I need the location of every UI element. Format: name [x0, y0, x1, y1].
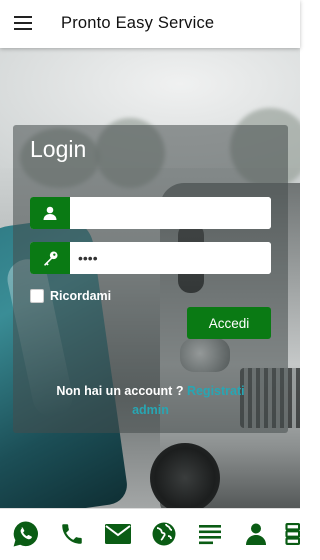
- user-icon: [30, 197, 70, 229]
- list-icon[interactable]: [193, 517, 227, 551]
- remember-me-label: Ricordami: [50, 289, 112, 303]
- username-field-group: [30, 197, 271, 229]
- checkbox-box[interactable]: [30, 289, 44, 303]
- key-icon: [30, 242, 70, 274]
- globe-icon[interactable]: [147, 517, 181, 551]
- password-field-group: [30, 242, 271, 274]
- register-prompt: Non hai un account ? Registrati: [13, 384, 288, 398]
- mail-icon[interactable]: [101, 517, 135, 551]
- username-input[interactable]: [70, 197, 271, 229]
- more-icon[interactable]: [282, 517, 300, 551]
- phone-icon[interactable]: [55, 517, 89, 551]
- bottom-nav: [0, 508, 300, 560]
- register-link[interactable]: Registrati: [187, 384, 245, 398]
- app-title: Pronto Easy Service: [61, 14, 215, 32]
- whatsapp-icon[interactable]: [9, 517, 43, 551]
- no-account-text: Non hai un account ?: [56, 384, 184, 398]
- login-card: Login Ricordami Accedi Non hai un accoun…: [13, 125, 288, 433]
- remember-me-checkbox[interactable]: Ricordami: [30, 289, 111, 303]
- admin-link[interactable]: admin: [13, 403, 288, 417]
- login-button[interactable]: Accedi: [187, 307, 271, 339]
- person-icon[interactable]: [239, 517, 273, 551]
- login-title: Login: [30, 136, 87, 162]
- hamburger-menu-icon[interactable]: [14, 16, 32, 30]
- password-input[interactable]: [70, 242, 271, 274]
- app-bar: Pronto Easy Service: [0, 0, 300, 48]
